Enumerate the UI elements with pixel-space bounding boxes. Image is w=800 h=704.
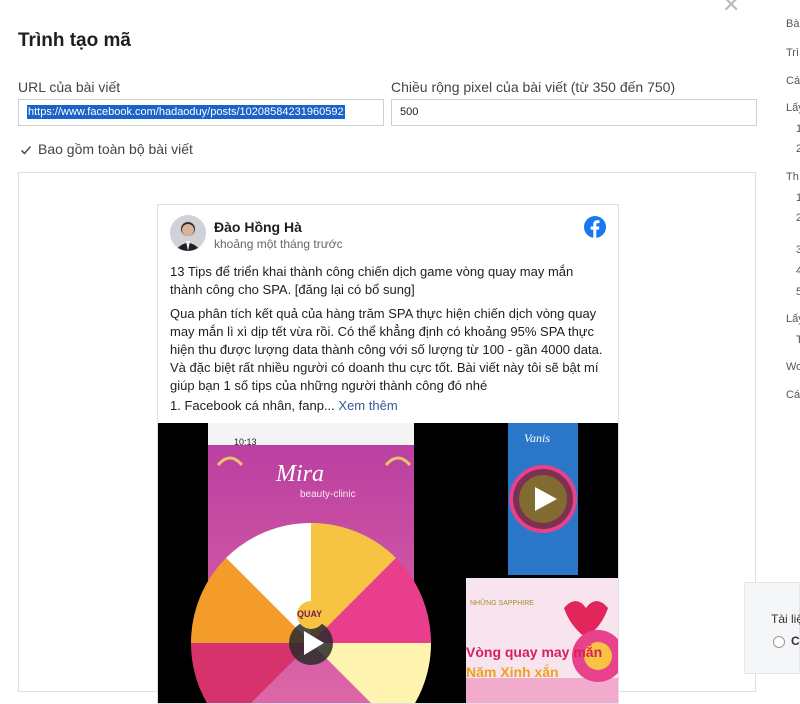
sidebar-item[interactable]: 2 — [796, 212, 800, 224]
brand-subtitle: beauty-clinic — [300, 489, 356, 500]
bottom-card-label: Tài liệ — [771, 612, 800, 626]
sidebar-item[interactable]: Cá — [786, 75, 800, 87]
sidebar-item[interactable]: 1 — [796, 192, 800, 204]
sidebar-item[interactable]: Bà — [786, 18, 799, 30]
wheel-center-label: QUAY — [297, 609, 323, 619]
sidebar-item[interactable]: Lấy — [786, 313, 800, 325]
sidebar-item[interactable]: T — [796, 334, 800, 346]
thumb1-title: Vanis — [524, 431, 551, 445]
post-snippet-row: 1. Facebook cá nhân, fanp... Xem thêm — [170, 397, 608, 415]
brand-name: Mira — [276, 461, 324, 487]
play-icon[interactable] — [526, 482, 560, 516]
include-full-post-label: Bao gồm toàn bộ bài viết — [38, 141, 193, 157]
post-headline: 13 Tips để triển khai thành công chiến d… — [170, 264, 574, 297]
sidebar-item[interactable]: 3 — [796, 244, 800, 256]
post-author[interactable]: Đào Hồng Hà — [214, 219, 302, 235]
sidebar-item[interactable]: 4 — [796, 265, 800, 277]
see-more-link[interactable]: Xem thêm — [338, 398, 397, 413]
sidebar-item[interactable]: Cá — [786, 389, 800, 401]
code-generator-dialog: ✕ Trình tạo mã URL của bài viết https://… — [0, 0, 782, 704]
post-body: Qua phân tích kết quả của hàng trăm SPA … — [170, 306, 603, 393]
right-sidebar: Bà Trì Cá Lấy 1 2 Th 1 2 3 4 5 Lấy T Wo … — [782, 0, 800, 674]
radio-button[interactable] — [773, 636, 785, 648]
embedded-post: Đào Hồng Hà khoảng một tháng trước 13 Ti… — [157, 204, 619, 704]
thumb2-brand: NHỮNG SAPPHIRE — [470, 600, 534, 607]
sidebar-item[interactable]: 2 — [796, 143, 800, 155]
bottom-card-option[interactable]: C — [791, 634, 800, 648]
post-video-thumb-1[interactable]: Vanis — [466, 423, 618, 575]
close-icon[interactable]: ✕ — [722, 0, 740, 18]
avatar[interactable] — [170, 215, 206, 251]
phone-status-time: 10:13 — [234, 437, 257, 447]
sidebar-item[interactable]: 1 — [796, 123, 800, 135]
sidebar-item[interactable]: Th — [786, 171, 799, 183]
checkmark-icon[interactable] — [20, 143, 32, 155]
width-label: Chiều rộng pixel của bài viết (từ 350 đế… — [391, 79, 676, 95]
url-input-value: https://www.facebook.com/hadaoduy/posts/… — [27, 105, 345, 119]
sidebar-item[interactable]: Wo — [786, 361, 800, 373]
include-full-post-row[interactable]: Bao gồm toàn bộ bài viết — [20, 141, 193, 157]
post-time[interactable]: khoảng một tháng trước — [214, 237, 343, 251]
thumb2-text-2: Năm Xinh xắn — [466, 664, 559, 680]
url-input[interactable]: https://www.facebook.com/hadaoduy/posts/… — [18, 99, 384, 126]
url-label: URL của bài viết — [18, 79, 121, 95]
width-input-value: 500 — [400, 106, 419, 118]
sidebar-item[interactable]: 5 — [796, 286, 800, 298]
sidebar-item[interactable]: Trì — [786, 47, 799, 59]
thumb2-text-1: Vòng quay may mắn — [466, 644, 603, 660]
embed-preview: Đào Hồng Hà khoảng một tháng trước 13 Ti… — [18, 172, 756, 704]
post-image-thumb-2[interactable]: NHỮNG SAPPHIRE Vòng quay may mắn Năm Xin… — [466, 578, 618, 703]
dialog-title: Trình tạo mã — [18, 30, 131, 51]
bottom-card: Tài liệ C — [744, 582, 800, 674]
facebook-icon[interactable] — [584, 216, 606, 238]
sidebar-item[interactable]: Lấy — [786, 102, 800, 114]
width-input[interactable]: 500 — [391, 99, 757, 126]
play-icon[interactable] — [292, 629, 330, 667]
post-snippet: 1. Facebook cá nhân, fanp... — [170, 398, 335, 413]
